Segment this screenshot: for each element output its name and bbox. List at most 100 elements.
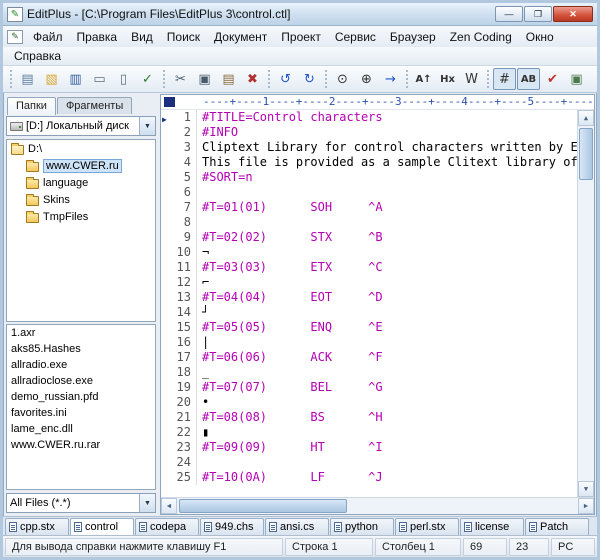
find-button[interactable]: ⊙	[331, 68, 354, 90]
editor-line[interactable]: 1#TITLE=Control characters	[161, 110, 577, 125]
cliptext-button[interactable]: AB	[517, 68, 540, 90]
scroll-right-button[interactable]: ►	[578, 498, 594, 514]
editor-line[interactable]: 11#T=03(03) ETX ^C	[161, 260, 577, 275]
close-button[interactable]: ✕	[553, 6, 593, 22]
tree-item[interactable]: www.CWER.ru	[7, 157, 155, 174]
editor-line[interactable]: 24	[161, 455, 577, 470]
file-filter-selector[interactable]: All Files (*.*) ▼	[6, 493, 156, 513]
document-tab[interactable]: perl.stx	[395, 518, 459, 535]
editor-line[interactable]: 8	[161, 215, 577, 230]
new-document-button[interactable]: ▤	[16, 68, 39, 90]
word-wrap-button[interactable]: W	[460, 68, 483, 90]
editor-line[interactable]: 16|	[161, 335, 577, 350]
vertical-scroll-thumb[interactable]	[579, 128, 593, 180]
horizontal-scroll-thumb[interactable]	[179, 499, 347, 513]
menu-item[interactable]: Правка	[70, 28, 125, 46]
document-tab[interactable]: 949.chs	[200, 518, 264, 535]
copy-button[interactable]: ▣	[193, 68, 216, 90]
sidebar-tab-active[interactable]: Папки	[7, 97, 56, 115]
chevron-down-icon[interactable]: ▼	[139, 117, 155, 135]
editor-line[interactable]: 19#T=07(07) BEL ^G	[161, 380, 577, 395]
syntax-check-button[interactable]: ✔	[541, 68, 564, 90]
editor-line[interactable]: 20•	[161, 395, 577, 410]
file-list-item[interactable]: www.CWER.ru.rar	[7, 437, 155, 453]
sidebar-tab-inactive[interactable]: Фрагменты	[57, 97, 132, 114]
menu-item[interactable]: Документ	[207, 28, 274, 46]
chevron-down-icon[interactable]: ▼	[139, 494, 155, 512]
paste-button[interactable]: ▤	[217, 68, 240, 90]
save-file-button[interactable]: ▥	[64, 68, 87, 90]
file-list-item[interactable]: allradio.exe	[7, 357, 155, 373]
print-preview-button[interactable]: ▯	[112, 68, 135, 90]
find-next-button[interactable]: ⊕	[355, 68, 378, 90]
tree-item[interactable]: language	[7, 174, 155, 191]
menu-item[interactable]: Сервис	[328, 28, 383, 46]
spell-check-button[interactable]: ✓	[136, 68, 159, 90]
document-tab[interactable]: Patch	[525, 518, 589, 535]
file-list-item[interactable]: 1.axr	[7, 325, 155, 341]
cut-button[interactable]: ✂	[169, 68, 192, 90]
print-button[interactable]: ▭	[88, 68, 111, 90]
menu-item[interactable]: Справка	[7, 47, 68, 65]
file-list-item[interactable]: allradioclose.exe	[7, 373, 155, 389]
editor-line[interactable]: 5#SORT=n	[161, 170, 577, 185]
tree-item[interactable]: Skins	[7, 191, 155, 208]
menu-item[interactable]: Zen Coding	[443, 28, 519, 46]
hex-viewer-button[interactable]: Hx	[436, 68, 459, 90]
editor-line[interactable]: 23#T=09(09) HT ^I	[161, 440, 577, 455]
editor-line[interactable]: 14┘	[161, 305, 577, 320]
editor-line[interactable]: 9#T=02(02) STX ^B	[161, 230, 577, 245]
menu-item[interactable]: Браузер	[383, 28, 443, 46]
file-list-item[interactable]: demo_russian.pfd	[7, 389, 155, 405]
vertical-scrollbar[interactable]: ▲ ▼	[577, 110, 594, 497]
editor-line[interactable]: 3Cliptext Library for control characters…	[161, 140, 577, 155]
document-tab[interactable]: python	[330, 518, 394, 535]
document-tab[interactable]: ansi.cs	[265, 518, 329, 535]
text-lines[interactable]: 1#TITLE=Control characters2#INFO3Cliptex…	[161, 110, 577, 497]
minimize-button[interactable]: —	[495, 6, 523, 22]
editor-line[interactable]: 17#T=06(06) ACK ^F	[161, 350, 577, 365]
indent-button[interactable]: →	[379, 68, 402, 90]
menu-item[interactable]: Проект	[274, 28, 328, 46]
editor-line[interactable]: 12⌐	[161, 275, 577, 290]
editor-line[interactable]: 4This file is provided as a sample Clite…	[161, 155, 577, 170]
editor-line[interactable]: 7#T=01(01) SOH ^A	[161, 200, 577, 215]
tree-item[interactable]: D:\	[7, 140, 155, 157]
document-tab[interactable]: control	[70, 518, 134, 535]
to-uppercase-button[interactable]: A↑	[412, 68, 435, 90]
editor-line[interactable]: 21#T=08(08) BS ^H	[161, 410, 577, 425]
editor-line[interactable]: 6	[161, 185, 577, 200]
line-numbers-button[interactable]: #	[493, 68, 516, 90]
undo-button[interactable]: ↺	[274, 68, 297, 90]
code-area[interactable]: 1#TITLE=Control characters2#INFO3Cliptex…	[161, 110, 594, 497]
document-menu-icon[interactable]: ✎	[7, 30, 23, 44]
maximize-button[interactable]: ❐	[524, 6, 552, 22]
editor-line[interactable]: 2#INFO	[161, 125, 577, 140]
document-template-button[interactable]: ▣	[565, 68, 588, 90]
file-list-item[interactable]: lame_enc.dll	[7, 421, 155, 437]
document-tab[interactable]: license	[460, 518, 524, 535]
open-file-button[interactable]: ▧	[40, 68, 63, 90]
file-list-item[interactable]: aks85.Hashes	[7, 341, 155, 357]
scroll-left-button[interactable]: ◄	[161, 498, 177, 514]
horizontal-scrollbar[interactable]: ◄ ►	[161, 497, 594, 514]
menu-item[interactable]: Вид	[124, 28, 160, 46]
redo-button[interactable]: ↻	[298, 68, 321, 90]
editor-line[interactable]: 15#T=05(05) ENQ ^E	[161, 320, 577, 335]
editor-line[interactable]: 22▮	[161, 425, 577, 440]
document-tab[interactable]: codepa	[135, 518, 199, 535]
editor-line[interactable]: 10¬	[161, 245, 577, 260]
delete-button[interactable]: ✖	[241, 68, 264, 90]
drive-selector[interactable]: [D:] Локальный диск ▼	[6, 116, 156, 136]
menu-item[interactable]: Файл	[26, 28, 70, 46]
tree-item[interactable]: TmpFiles	[7, 208, 155, 225]
editor-line[interactable]: 13#T=04(04) EOT ^D	[161, 290, 577, 305]
editor-line[interactable]: 18_	[161, 365, 577, 380]
file-list-item[interactable]: favorites.ini	[7, 405, 155, 421]
menu-item[interactable]: Поиск	[160, 28, 207, 46]
menu-item[interactable]: Окно	[519, 28, 561, 46]
editor-line[interactable]: 25#T=10(0A) LF ^J	[161, 470, 577, 485]
scroll-up-button[interactable]: ▲	[578, 110, 594, 126]
document-tab[interactable]: cpp.stx	[5, 518, 69, 535]
toolbar-grip[interactable]	[9, 70, 13, 88]
